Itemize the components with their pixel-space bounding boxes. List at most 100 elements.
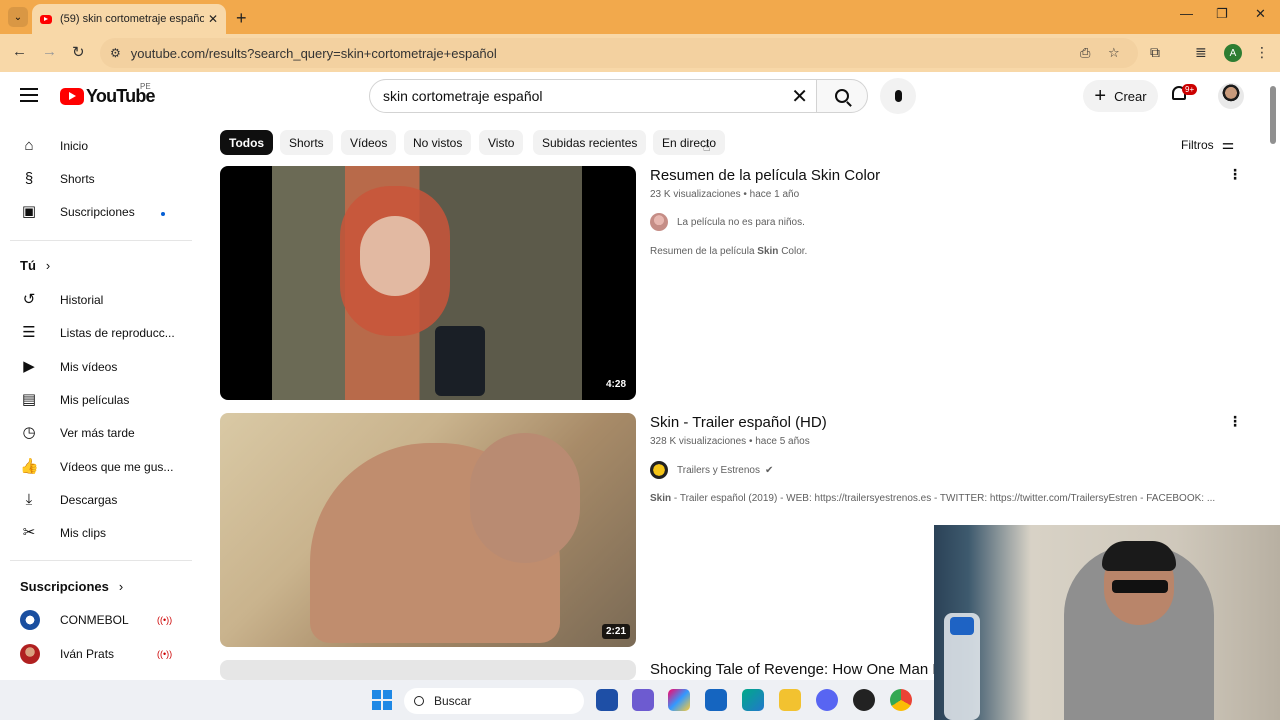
clear-search-icon[interactable]: ✕: [791, 84, 808, 109]
search-button[interactable]: [816, 79, 868, 113]
sidebar-item-shorts[interactable]: § Shorts: [20, 169, 95, 189]
menu-hamburger-icon[interactable]: [20, 88, 38, 106]
tab-search-dropdown-icon[interactable]: ⌄: [8, 7, 28, 27]
sidebar-item-suscripciones[interactable]: ▣ Suscripciones: [20, 202, 135, 222]
channel-avatar: [650, 213, 668, 231]
copilot-icon[interactable]: [668, 689, 690, 711]
back-icon[interactable]: ←: [12, 43, 27, 60]
install-app-icon[interactable]: ⎙: [1080, 45, 1090, 61]
search-input[interactable]: skin cortometraje español ✕: [369, 79, 817, 113]
filters-button[interactable]: Filtros ⚌: [1181, 136, 1234, 153]
country-code: PE: [140, 82, 151, 91]
sidebar-sub-conmebol[interactable]: CONMEBOL: [20, 610, 129, 630]
chrome-icon[interactable]: [890, 689, 912, 711]
chip-no-vistos[interactable]: No vistos: [404, 130, 472, 155]
reload-icon[interactable]: ↻: [72, 43, 85, 61]
url-text[interactable]: youtube.com/results?search_query=skin+co…: [131, 46, 497, 61]
voice-search-button[interactable]: [880, 78, 916, 114]
browser-tab[interactable]: (59) skin cortometraje español ✕: [32, 4, 226, 34]
channel-row[interactable]: Trailers y Estrenos ✔: [650, 461, 773, 479]
sidebar-item-label: Listas de reproducc...: [60, 326, 175, 340]
new-tab-icon[interactable]: +: [236, 8, 247, 29]
view-count: 23 K visualizaciones: [650, 189, 741, 200]
sidebar-item-label: Mis vídeos: [60, 360, 118, 374]
sidebar-item-playlists[interactable]: ☰ Listas de reproducc...: [20, 323, 175, 343]
filters-label: Filtros: [1181, 137, 1214, 152]
restore-icon[interactable]: ❐: [1216, 6, 1228, 22]
video-description: Resumen de la película Skin Color.: [650, 246, 807, 257]
forward-icon[interactable]: →: [42, 43, 57, 60]
teams-icon[interactable]: [632, 689, 654, 711]
chip-subidas-recientes[interactable]: Subidas recientes: [533, 130, 647, 155]
channel-avatar: [650, 461, 668, 479]
browser-profile-avatar[interactable]: A: [1224, 44, 1242, 62]
more-options-icon[interactable]: ⋮: [1228, 166, 1242, 183]
new-content-dot: [161, 212, 165, 216]
site-info-icon[interactable]: ⚙: [110, 46, 121, 60]
create-button[interactable]: + Crear: [1083, 80, 1158, 112]
microphone-icon: [894, 90, 902, 102]
account-avatar[interactable]: [1218, 83, 1244, 109]
browser-menu-icon[interactable]: ⋮: [1255, 44, 1269, 61]
omnibox[interactable]: ⚙ youtube.com/results?search_query=skin+…: [100, 38, 1138, 68]
sidebar-you-heading[interactable]: Tú ›: [20, 258, 50, 273]
reading-list-icon[interactable]: ≣: [1195, 44, 1207, 61]
sidebar-item-label: Descargas: [60, 493, 118, 507]
playlists-icon: ☰: [22, 324, 36, 341]
sidebar-item-movies[interactable]: ▤ Mis películas: [20, 390, 129, 410]
bookmark-star-icon[interactable]: ☆: [1108, 45, 1120, 61]
video-thumbnail[interactable]: 2:21: [220, 413, 636, 647]
sidebar-item-watch-later[interactable]: ◷ Ver más tarde: [20, 423, 135, 443]
close-window-icon[interactable]: ✕: [1255, 6, 1266, 22]
sidebar-sub-ivan-prats[interactable]: Iván Prats: [20, 644, 114, 664]
vscode-icon[interactable]: [705, 689, 727, 711]
taskbar-search[interactable]: Buscar: [404, 688, 584, 714]
github-icon[interactable]: [853, 689, 875, 711]
sidebar-item-liked[interactable]: 👍 Vídeos que me gus...: [20, 457, 173, 477]
sidebar-item-historial[interactable]: ↺ Historial: [20, 290, 104, 310]
sidebar-item-clips[interactable]: ✂ Mis clips: [20, 523, 106, 543]
youtube-logo[interactable]: YouTube PE: [60, 82, 156, 107]
video-thumbnail[interactable]: 4:28: [220, 166, 636, 400]
store-icon[interactable]: [596, 689, 618, 711]
video-title[interactable]: Resumen de la película Skin Color: [650, 167, 880, 184]
extensions-icon[interactable]: ⧉: [1150, 44, 1160, 61]
desc-text: - Trailer español (2019) - WEB: https://…: [671, 493, 1216, 504]
video-thumbnail[interactable]: [220, 660, 636, 680]
video-title[interactable]: Skin - Trailer español (HD): [650, 414, 827, 431]
chip-todos[interactable]: Todos: [220, 130, 274, 155]
video-duration: 2:21: [601, 624, 630, 639]
minimize-icon[interactable]: —: [1180, 6, 1193, 21]
heading-label: Suscripciones: [20, 579, 109, 594]
movies-icon: ▤: [21, 391, 37, 408]
channel-row[interactable]: La película no es para niños.: [650, 213, 805, 231]
file-explorer-icon[interactable]: [779, 689, 801, 711]
sidebar-item-my-videos[interactable]: ▶ Mis vídeos: [20, 357, 117, 377]
sidebar-item-label: Iván Prats: [60, 647, 115, 661]
close-tab-icon[interactable]: ✕: [208, 12, 218, 26]
video-description: Skin - Trailer español (2019) - WEB: htt…: [650, 493, 1215, 504]
clips-icon: ✂: [22, 524, 36, 541]
sidebar-divider: [10, 560, 192, 561]
sidebar-item-downloads[interactable]: ⤓ Descargas: [20, 490, 118, 510]
subscriptions-icon: ▣: [21, 203, 37, 220]
sidebar-item-label: Ver más tarde: [60, 426, 135, 440]
video-title[interactable]: Shocking Tale of Revenge: How One Man F: [650, 661, 942, 678]
taskbar-search-label: Buscar: [434, 694, 472, 708]
scrollbar-thumb[interactable]: [1270, 86, 1276, 144]
more-options-icon[interactable]: ⋮: [1228, 413, 1242, 430]
chip-en-directo[interactable]: En directo: [653, 130, 726, 155]
browser-tab-bar: ⌄ (59) skin cortometraje español ✕ + — ❐…: [0, 0, 1280, 34]
discord-icon[interactable]: [816, 689, 838, 711]
sidebar-item-label: Historial: [60, 293, 104, 307]
youtube-play-icon: [60, 88, 84, 105]
sidebar-item-inicio[interactable]: ⌂ Inicio: [20, 136, 88, 156]
chip-visto[interactable]: Visto: [479, 130, 524, 155]
sidebar-subs-heading[interactable]: Suscripciones ›: [20, 579, 123, 594]
mouse-cursor-icon: ☝: [703, 140, 711, 154]
chip-videos[interactable]: Vídeos: [341, 130, 397, 155]
windows-start-icon[interactable]: [372, 690, 392, 710]
chip-shorts[interactable]: Shorts: [280, 130, 333, 155]
edge-icon[interactable]: [742, 689, 764, 711]
webcam-overlay: [934, 525, 1280, 720]
